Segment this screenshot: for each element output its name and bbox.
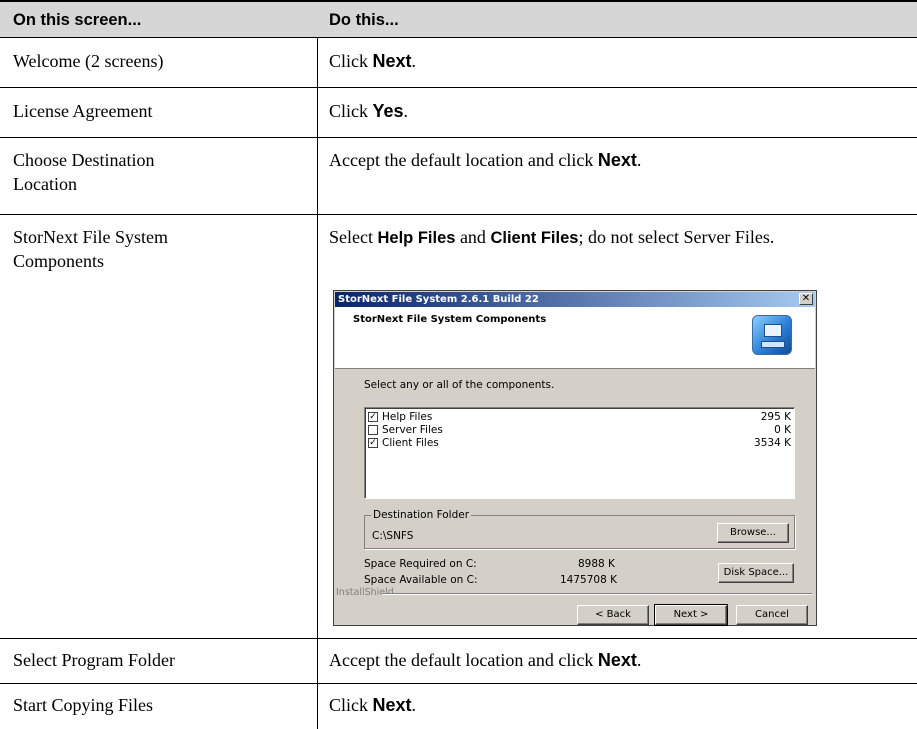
header-col-action: Do this... bbox=[329, 11, 399, 29]
computer-install-icon bbox=[752, 315, 792, 355]
checkbox-server-files[interactable] bbox=[368, 425, 378, 435]
table-row: Welcome (2 screens) Click Next. bbox=[0, 37, 917, 87]
component-name: Help Files bbox=[382, 411, 433, 423]
table-row: Choose Destination Location Accept the d… bbox=[0, 137, 917, 214]
row-screen-line: Components bbox=[13, 251, 105, 271]
space-available-label: Space Available on C: bbox=[364, 574, 478, 586]
row-screen-line: StorNext File System bbox=[13, 227, 169, 247]
row-action: Select Help Files and Client Files; do n… bbox=[329, 227, 775, 247]
components-list[interactable]: ✓ Help Files 295 K Server Files 0 K ✓ Cl… bbox=[364, 407, 795, 499]
table-row: Start Copying Files Click Next. bbox=[0, 683, 917, 729]
row-screen: Choose Destination Location bbox=[13, 148, 308, 196]
dialog-banner-title: StorNext File System Components bbox=[353, 314, 547, 325]
space-required-label: Space Required on C: bbox=[364, 558, 477, 570]
components-prompt: Select any or all of the components. bbox=[364, 379, 555, 391]
row-action: Click Yes. bbox=[329, 101, 409, 121]
disk-space-button[interactable]: Disk Space... bbox=[718, 563, 794, 583]
base-shape bbox=[761, 341, 785, 348]
close-icon[interactable]: ✕ bbox=[799, 293, 813, 305]
monitor-shape bbox=[764, 324, 782, 337]
space-available-value: 1475708 K bbox=[560, 574, 617, 586]
row-screen: Start Copying Files bbox=[13, 695, 154, 715]
component-name: Server Files bbox=[382, 424, 443, 436]
row-screen-line: Location bbox=[13, 174, 77, 194]
dialog-banner: StorNext File System Components bbox=[335, 307, 815, 369]
row-action: Accept the default location and click Ne… bbox=[329, 650, 642, 670]
row-screen-line: Choose Destination bbox=[13, 150, 155, 170]
installer-dialog: StorNext File System 2.6.1 Build 22 ✕ St… bbox=[333, 290, 817, 626]
destination-folder-legend: Destination Folder bbox=[371, 509, 472, 521]
space-required-value: 8988 K bbox=[578, 558, 615, 570]
separator bbox=[382, 593, 812, 595]
row-screen: License Agreement bbox=[13, 101, 153, 121]
dialog-title: StorNext File System 2.6.1 Build 22 bbox=[338, 294, 539, 305]
component-name: Client Files bbox=[382, 437, 439, 449]
row-action: Click Next. bbox=[329, 51, 417, 71]
row-screen: Welcome (2 screens) bbox=[13, 51, 164, 71]
table-row: License Agreement Click Yes. bbox=[0, 87, 917, 137]
header-col-screen: On this screen... bbox=[13, 11, 142, 29]
list-item[interactable]: ✓ Help Files 295 K bbox=[368, 411, 791, 423]
back-button[interactable]: < Back bbox=[577, 605, 649, 625]
cancel-button[interactable]: Cancel bbox=[736, 605, 808, 625]
component-size: 0 K bbox=[774, 424, 791, 436]
table-row: Select Program Folder Accept the default… bbox=[0, 638, 917, 683]
row-screen: Select Program Folder bbox=[13, 650, 175, 670]
row-action: Accept the default location and click Ne… bbox=[329, 150, 642, 170]
component-size: 295 K bbox=[760, 411, 791, 423]
table-header: On this screen... Do this... bbox=[0, 0, 917, 37]
destination-path: C:\SNFS bbox=[372, 530, 414, 542]
dialog-titlebar: StorNext File System 2.6.1 Build 22 ✕ bbox=[335, 292, 815, 307]
row-action: Click Next. bbox=[329, 695, 417, 715]
list-item[interactable]: Server Files 0 K bbox=[368, 424, 791, 436]
row-screen: StorNext File System Components bbox=[13, 225, 308, 273]
checkbox-help-files[interactable]: ✓ bbox=[368, 412, 378, 422]
browse-button[interactable]: Browse... bbox=[717, 523, 789, 543]
next-button[interactable]: Next > bbox=[654, 604, 728, 626]
checkbox-client-files[interactable]: ✓ bbox=[368, 438, 378, 448]
component-size: 3534 K bbox=[754, 437, 791, 449]
destination-folder-group: Destination Folder C:\SNFS Browse... bbox=[364, 509, 795, 549]
list-item[interactable]: ✓ Client Files 3534 K bbox=[368, 437, 791, 449]
